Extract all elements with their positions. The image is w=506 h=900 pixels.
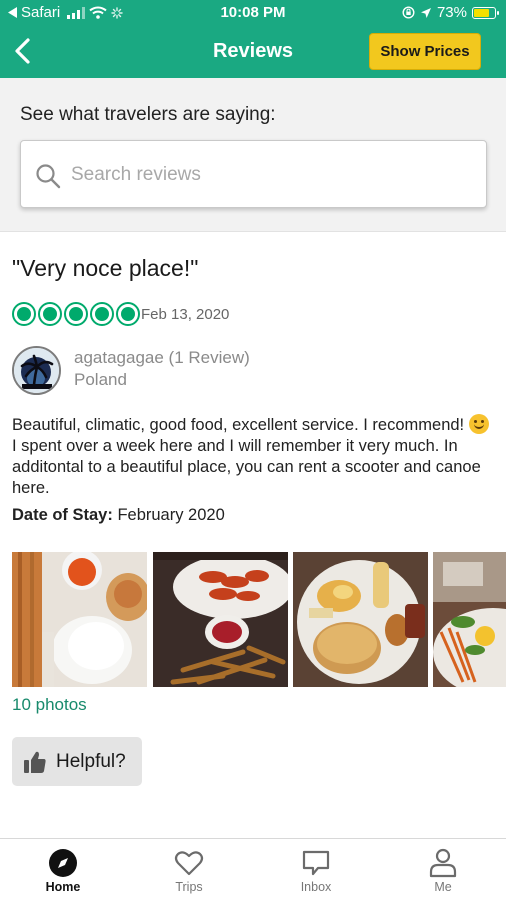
tab-me-label: Me [434, 880, 452, 894]
search-input[interactable] [71, 155, 471, 195]
photos-link[interactable]: 10 photos [12, 695, 87, 715]
compass-icon [49, 849, 77, 877]
status-right: 73% [402, 4, 499, 21]
rating-bubble-icon [64, 302, 88, 326]
rating-bubble-icon [90, 302, 114, 326]
smiling-face-icon [468, 414, 489, 434]
bottom-tab-bar: Home Trips Inbox Me [0, 839, 506, 900]
avatar[interactable] [12, 346, 61, 395]
search-heading: See what travelers are saying: [20, 104, 276, 125]
reviewer-name[interactable]: agatagagae (1 Review) [74, 348, 250, 368]
location-arrow-icon [420, 7, 431, 18]
photo-crayfish-fries-image [153, 552, 288, 687]
review-text-part2: I spent over a week here and I will reme… [12, 437, 481, 497]
heart-icon [174, 851, 204, 876]
tab-inbox-label: Inbox [300, 880, 332, 894]
show-prices-button[interactable]: Show Prices [369, 33, 481, 70]
rotation-lock-icon [402, 6, 415, 19]
date-of-stay: Date of Stay: February 2020 [12, 506, 225, 525]
photo-spring-rolls-rice-image [12, 552, 147, 687]
rating-bubble-icon [12, 302, 36, 326]
review-date: Feb 13, 2020 [141, 306, 230, 323]
photo-pancakes-image [293, 552, 428, 687]
top-bar: Safari 10:08 PM 73% Reviews Show Prices [0, 0, 506, 78]
review-text-part1: Beautiful, climatic, good food, excellen… [12, 416, 465, 434]
avatar-palm-image [14, 348, 59, 393]
review-body: Beautiful, climatic, good food, excellen… [12, 414, 492, 499]
search-box[interactable] [20, 140, 487, 208]
helpful-button[interactable]: Helpful? [12, 737, 142, 786]
rating-bubbles [12, 302, 140, 326]
person-icon [429, 848, 457, 878]
tab-trips[interactable]: Trips [126, 839, 252, 900]
battery-icon [472, 6, 499, 19]
date-of-stay-label: Date of Stay: [12, 506, 113, 524]
tab-home[interactable]: Home [0, 839, 126, 900]
photo-salad-image [433, 552, 506, 687]
review-photos [12, 552, 506, 687]
rating-bubble-icon [38, 302, 62, 326]
status-bar: Safari 10:08 PM 73% [0, 0, 506, 26]
reviewer-location: Poland [74, 370, 127, 389]
photo-crayfish-fries[interactable] [153, 552, 288, 687]
photo-pancakes[interactable] [293, 552, 428, 687]
battery-percent: 73% [436, 4, 467, 21]
date-of-stay-value: February 2020 [117, 506, 225, 524]
search-section: See what travelers are saying: [0, 78, 506, 232]
tab-trips-label: Trips [175, 880, 203, 894]
tab-home-label: Home [45, 880, 81, 894]
rating-bubble-icon [116, 302, 140, 326]
photo-spring-rolls-rice[interactable] [12, 552, 147, 687]
search-icon [36, 164, 61, 189]
helpful-label: Helpful? [56, 751, 126, 772]
tab-me[interactable]: Me [380, 839, 506, 900]
photo-salad[interactable] [433, 552, 506, 687]
review-title: "Very noce place!" [12, 255, 199, 281]
thumbs-up-icon [24, 751, 46, 773]
tab-inbox[interactable]: Inbox [253, 839, 379, 900]
chat-icon [302, 850, 330, 876]
